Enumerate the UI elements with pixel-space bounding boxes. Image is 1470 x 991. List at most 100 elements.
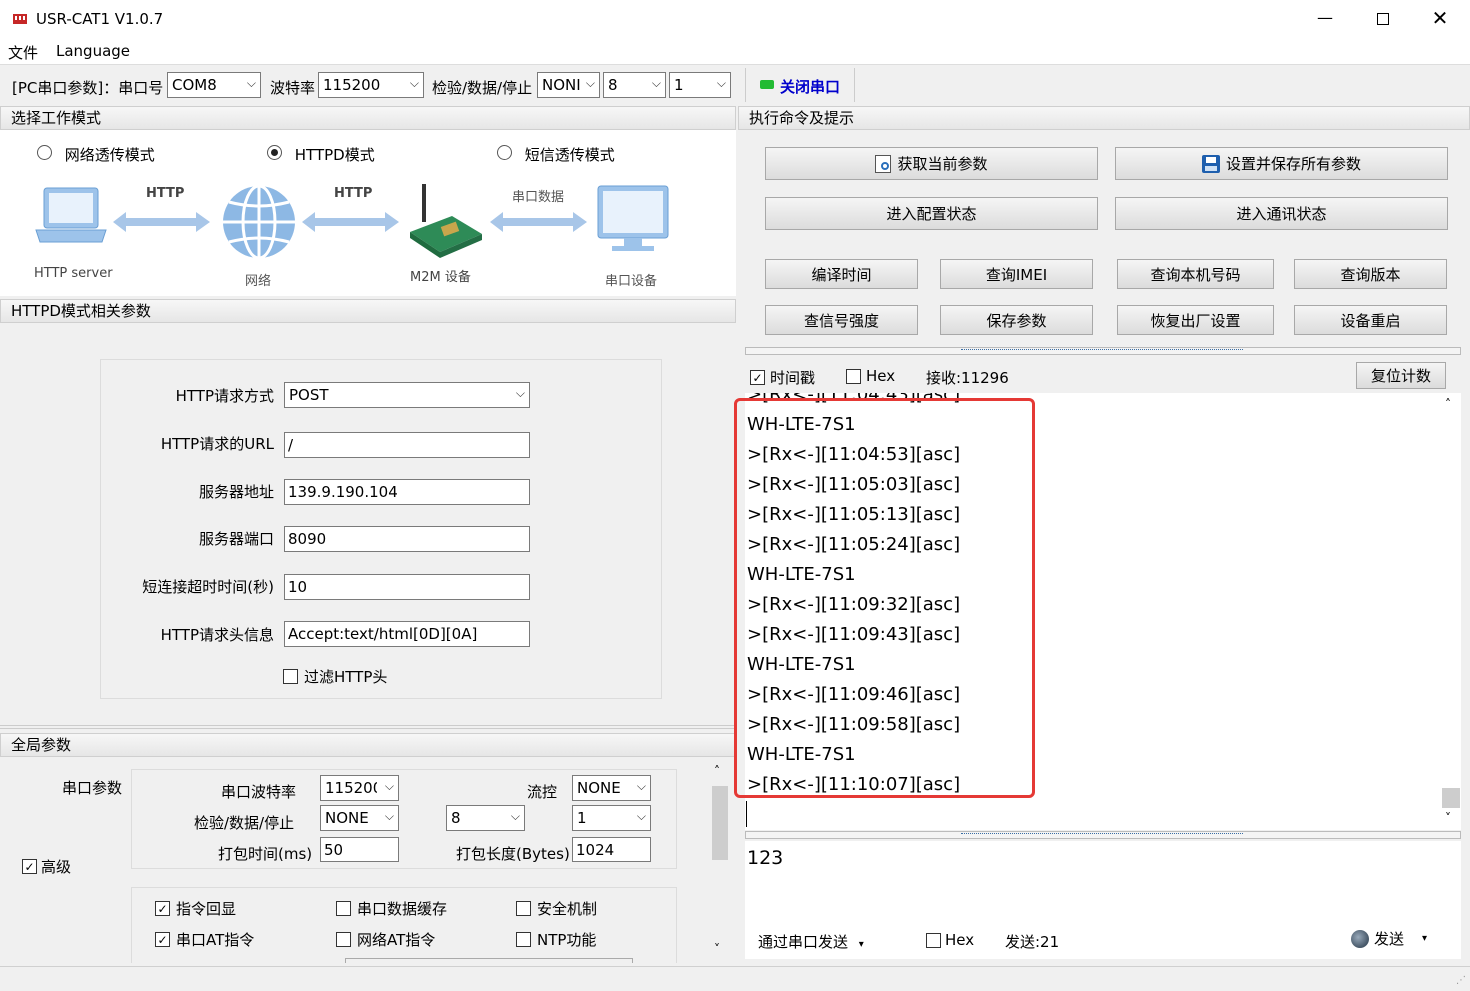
global-baud-select[interactable]: 115200 ⌵ — [320, 775, 399, 801]
checkbox-box[interactable]: ✓ — [750, 370, 765, 385]
databits-value: 8 — [608, 76, 618, 94]
flow-select[interactable]: NONE ⌵ — [572, 775, 651, 801]
global-stopbits-select[interactable]: 1 ⌵ — [572, 805, 651, 831]
stopbits-select[interactable]: 1 ⌵ — [669, 72, 731, 98]
server-port-input[interactable]: 8090 — [284, 526, 530, 552]
send-via-dropdown[interactable]: 通过串口发送 ▾ — [758, 931, 864, 952]
checkbox-box[interactable]: ✓ — [155, 901, 170, 916]
send-hex-checkbox[interactable]: Hex — [926, 931, 974, 949]
option-label: 串口AT指令 — [176, 931, 255, 949]
send-via-label: 通过串口发送 — [758, 933, 849, 951]
checkbox-box[interactable] — [336, 901, 351, 916]
timeout-input[interactable]: 10 — [284, 574, 530, 600]
scroll-thumb[interactable] — [1442, 788, 1460, 808]
maximize-icon[interactable] — [1368, 8, 1398, 32]
send-button[interactable]: 发送 ▾ — [1351, 928, 1427, 949]
partial-box-edge — [345, 958, 633, 963]
close-icon[interactable]: ✕ — [1425, 6, 1455, 30]
status-bar: ⋰ — [0, 966, 1470, 991]
checkbox-box[interactable] — [336, 932, 351, 947]
resize-grip-icon[interactable]: ⋰ — [1456, 975, 1466, 986]
close-port-button[interactable]: 关闭串口 — [745, 68, 855, 102]
device-restart-button[interactable]: 设备重启 — [1294, 305, 1447, 335]
send-icon — [1351, 929, 1369, 948]
radio-sms[interactable] — [497, 145, 512, 160]
diagram-http-server: HTTP server — [34, 266, 113, 281]
pack-len-input[interactable]: 1024 — [572, 837, 651, 862]
enter-comm-button[interactable]: 进入通讯状态 — [1115, 197, 1448, 230]
factory-reset-button[interactable]: 恢复出厂设置 — [1117, 305, 1274, 335]
reset-count-button[interactable]: 复位计数 — [1356, 362, 1446, 389]
checkbox-box[interactable] — [846, 368, 861, 384]
mode-option-network[interactable]: 网络透传模式 — [37, 144, 155, 165]
monitor-icon — [597, 185, 669, 251]
checkbox-box[interactable] — [283, 669, 298, 684]
query-imei-button[interactable]: 查询IMEI — [940, 259, 1093, 289]
scroll-down-icon[interactable]: ˅ — [714, 942, 720, 956]
scroll-up-icon[interactable]: ˄ — [1445, 397, 1451, 411]
menu-language[interactable]: Language — [56, 42, 130, 60]
scroll-up-icon[interactable]: ˄ — [714, 764, 720, 778]
radio-network[interactable] — [37, 145, 52, 160]
server-port-label: 服务器端口 — [198, 530, 274, 548]
httpd-section-header: HTTPD模式相关参数 — [0, 299, 736, 323]
splitter-handle[interactable] — [961, 833, 1243, 837]
checkbox-box[interactable] — [516, 932, 531, 947]
log-scrollbar[interactable]: ˄ ˅ — [1441, 393, 1461, 830]
double-arrow-icon — [113, 212, 587, 232]
log-hex-checkbox[interactable]: Hex — [846, 367, 895, 385]
chevron-down-icon: ⌵ — [651, 76, 661, 90]
mode-section-header: 选择工作模式 — [0, 106, 736, 130]
option-serial-cache[interactable]: 串口数据缓存 — [336, 898, 447, 919]
menu-file[interactable]: 文件 — [8, 42, 38, 63]
mode-option-httpd[interactable]: HTTPD模式 — [267, 144, 375, 165]
option-ntp[interactable]: NTP功能 — [516, 929, 596, 950]
parity-select[interactable]: NONI ⌵ — [537, 72, 600, 98]
option-security[interactable]: 安全机制 — [516, 898, 597, 919]
query-version-button[interactable]: 查询版本 — [1294, 259, 1447, 289]
global-scrollbar[interactable]: ˄ ˅ — [710, 764, 730, 962]
global-parity-select[interactable]: NONE ⌵ — [320, 805, 399, 831]
server-address-input[interactable]: 139.9.190.104 — [284, 479, 530, 505]
splitter-top[interactable] — [745, 347, 1461, 355]
option-cmd-echo[interactable]: ✓ 指令回显 — [155, 898, 236, 919]
radio-httpd[interactable] — [267, 145, 282, 160]
checkbox-box[interactable] — [926, 932, 941, 948]
save-params-button[interactable]: 保存参数 — [940, 305, 1093, 335]
http-url-input[interactable]: / — [284, 432, 530, 458]
option-network-at[interactable]: 网络AT指令 — [336, 929, 435, 950]
enter-config-button[interactable]: 进入配置状态 — [765, 197, 1098, 230]
mode-option-label: 网络透传模式 — [64, 146, 155, 164]
checkbox-box[interactable] — [516, 901, 531, 916]
global-databits-select[interactable]: 8 ⌵ — [446, 805, 525, 831]
mode-option-label: HTTPD模式 — [294, 146, 375, 164]
port-select[interactable]: COM8 ⌵ — [167, 72, 261, 98]
scroll-thumb[interactable] — [712, 786, 728, 860]
splitter-handle[interactable] — [961, 349, 1243, 353]
mode-option-sms[interactable]: 短信透传模式 — [497, 144, 615, 165]
signal-strength-button[interactable]: 查信号强度 — [765, 305, 918, 335]
scroll-down-icon[interactable]: ˅ — [1445, 811, 1451, 825]
advanced-checkbox[interactable]: ✓ 高级 — [22, 856, 71, 877]
mode-panel: 网络透传模式 HTTPD模式 短信透传模式 HTTP HTTP 串口数据 HTT… — [0, 130, 736, 296]
minimize-icon[interactable]: — — [1310, 8, 1340, 32]
timestamp-checkbox[interactable]: ✓ 时间戳 — [750, 367, 815, 388]
compile-time-button[interactable]: 编译时间 — [765, 259, 918, 289]
splitter-bottom[interactable] — [745, 831, 1461, 839]
pack-time-input[interactable]: 50 — [320, 837, 399, 862]
save-all-button[interactable]: 设置并保存所有参数 — [1115, 147, 1448, 180]
option-serial-at[interactable]: ✓ 串口AT指令 — [155, 929, 254, 950]
baud-select[interactable]: 115200 ⌵ — [318, 72, 424, 98]
get-params-button[interactable]: 获取当前参数 — [765, 147, 1098, 180]
http-method-select[interactable]: POST ⌵ — [284, 382, 530, 408]
checkbox-box[interactable]: ✓ — [22, 859, 37, 874]
http-header-input[interactable]: Accept:text/html[0D][0A] — [284, 621, 530, 647]
checkbox-box[interactable]: ✓ — [155, 932, 170, 947]
send-bar: 通过串口发送 ▾ Hex 发送:21 发送 ▾ — [745, 921, 1461, 959]
http-header-label: HTTP请求头信息 — [160, 626, 274, 644]
databits-select[interactable]: 8 ⌵ — [603, 72, 666, 98]
chevron-down-icon: ⌵ — [384, 809, 394, 823]
query-phone-button[interactable]: 查询本机号码 — [1117, 259, 1274, 289]
send-input[interactable]: 123 — [745, 841, 1461, 921]
filter-http-header-checkbox[interactable]: 过滤HTTP头 — [283, 666, 387, 687]
